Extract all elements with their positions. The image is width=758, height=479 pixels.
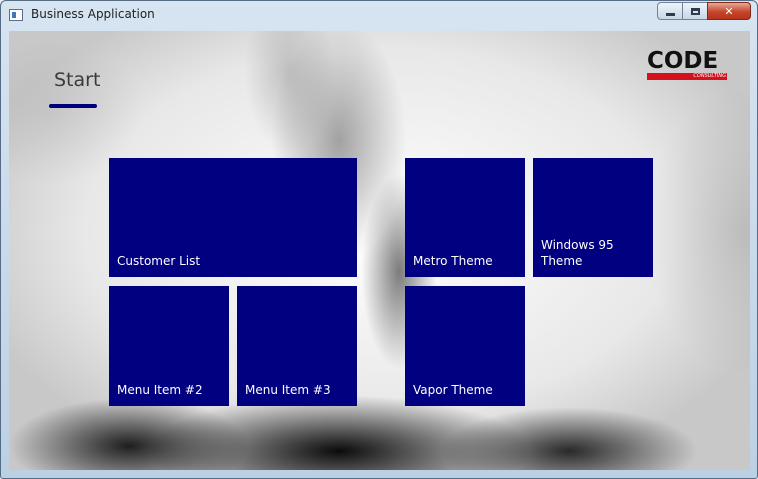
tile-label: Customer List bbox=[117, 254, 201, 268]
tile-label: Menu Item #3 bbox=[245, 383, 331, 397]
close-button[interactable]: ✕ bbox=[707, 2, 751, 20]
maximize-button[interactable] bbox=[682, 2, 708, 20]
code-consulting-logo: CODE CONSULTING bbox=[647, 49, 729, 81]
app-window: Business Application ✕ Start CODE CONSUL… bbox=[0, 0, 758, 479]
tile-label: Vapor Theme bbox=[413, 383, 493, 397]
tile-metro-theme[interactable]: Metro Theme bbox=[405, 158, 525, 277]
logo-subtitle: CONSULTING bbox=[693, 73, 726, 79]
tile-vapor-theme[interactable]: Vapor Theme bbox=[405, 286, 525, 406]
page-title-underline bbox=[49, 104, 97, 108]
tile-windows-95-theme[interactable]: Windows 95 Theme bbox=[533, 158, 653, 277]
close-icon: ✕ bbox=[724, 4, 734, 18]
minimize-icon bbox=[665, 12, 675, 16]
title-bar[interactable]: Business Application ✕ bbox=[1, 1, 757, 31]
maximize-icon bbox=[690, 7, 700, 15]
window-app-icon[interactable] bbox=[9, 9, 23, 21]
tile-customer-list[interactable]: Customer List bbox=[109, 158, 357, 277]
logo-word: CODE bbox=[647, 48, 719, 74]
minimize-button[interactable] bbox=[657, 2, 683, 20]
window-title: Business Application bbox=[31, 7, 155, 21]
start-screen: Start CODE CONSULTING Customer List Metr… bbox=[9, 31, 750, 470]
window-controls: ✕ bbox=[657, 2, 751, 20]
tile-menu-item-2[interactable]: Menu Item #2 bbox=[109, 286, 229, 406]
tile-label: Windows 95 Theme bbox=[541, 238, 614, 268]
tile-label: Menu Item #2 bbox=[117, 383, 203, 397]
tile-menu-item-3[interactable]: Menu Item #3 bbox=[237, 286, 357, 406]
tile-label: Metro Theme bbox=[413, 254, 493, 268]
page-title: Start bbox=[54, 69, 101, 91]
